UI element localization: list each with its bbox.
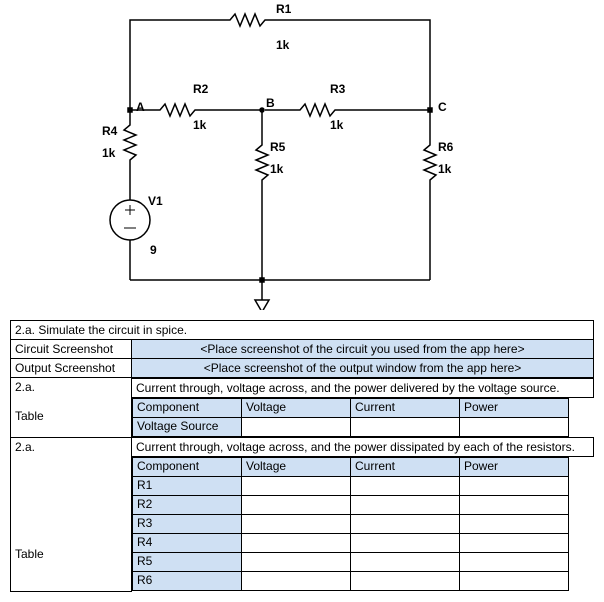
circuit-screenshot-label: Circuit Screenshot [11,340,132,359]
v1-value: 9 [150,243,157,257]
r2-p[interactable] [460,496,569,515]
section1-label: Table [11,407,132,437]
circuit-diagram: R1 1k R2 1k R3 1k R4 1k R5 1k R6 1k V1 9… [0,0,604,320]
section2-label: Table [11,517,132,592]
r5-value: 1k [270,162,283,176]
r3-c[interactable] [351,515,460,534]
r5-c[interactable] [351,553,460,572]
voltage-source-table: ComponentVoltageCurrentPower Voltage Sou… [132,398,569,437]
r5-v[interactable] [242,553,351,572]
r6-c[interactable] [351,572,460,591]
answer-table: Circuit Screenshot <Place screenshot of … [10,339,594,592]
t2-h2: Voltage [242,458,351,477]
t1-h2: Voltage [242,399,351,418]
node-b: B [266,96,275,110]
t1-h3: Current [351,399,460,418]
r3-p[interactable] [460,515,569,534]
r4-value: 1k [102,146,115,160]
r3-name: R3 [330,82,345,96]
r1-v[interactable] [242,477,351,496]
circuit-svg [90,10,490,310]
r4-c[interactable] [351,534,460,553]
t1-r1: Voltage Source [133,418,242,437]
section2-num: 2.a. [11,437,132,517]
r5-p[interactable] [460,553,569,572]
t1-h1: Component [133,399,242,418]
prompt-text: 2.a. Simulate the circuit in spice. [10,320,594,339]
t1-h4: Power [460,399,569,418]
node-c: C [438,100,447,114]
r1-c[interactable] [351,477,460,496]
t2-r1: R1 [133,477,242,496]
r2-name: R2 [193,82,208,96]
t1-v[interactable] [242,418,351,437]
r4-p[interactable] [460,534,569,553]
t2-r2: R2 [133,496,242,515]
node-a: A [136,100,145,114]
v1-name: V1 [148,194,163,208]
r5-name: R5 [270,140,285,154]
t2-r5: R5 [133,553,242,572]
r4-v[interactable] [242,534,351,553]
r6-value: 1k [438,162,451,176]
r3-value: 1k [330,118,343,132]
section1-num: 2.a. [11,378,132,408]
t2-r3: R3 [133,515,242,534]
t2-r6: R6 [133,572,242,591]
r2-v[interactable] [242,496,351,515]
t2-h3: Current [351,458,460,477]
resistor-table: ComponentVoltageCurrentPower R1 R2 R3 R4… [132,457,569,591]
r1-name: R1 [276,2,291,16]
r3-v[interactable] [242,515,351,534]
output-screenshot-cell[interactable]: <Place screenshot of the output window f… [132,359,594,378]
r6-name: R6 [438,140,453,154]
t1-c[interactable] [351,418,460,437]
r6-v[interactable] [242,572,351,591]
r6-p[interactable] [460,572,569,591]
r2-value: 1k [193,118,206,132]
r1-value: 1k [276,38,289,52]
section1-desc: Current through, voltage across, and the… [132,378,594,398]
t2-h4: Power [460,458,569,477]
r2-c[interactable] [351,496,460,515]
section2-desc: Current through, voltage across, and the… [132,437,594,457]
r1-p[interactable] [460,477,569,496]
t2-r4: R4 [133,534,242,553]
t2-h1: Component [133,458,242,477]
output-screenshot-label: Output Screenshot [11,359,132,378]
r4-name: R4 [102,124,117,138]
circuit-screenshot-cell[interactable]: <Place screenshot of the circuit you use… [132,340,594,359]
t1-p[interactable] [460,418,569,437]
